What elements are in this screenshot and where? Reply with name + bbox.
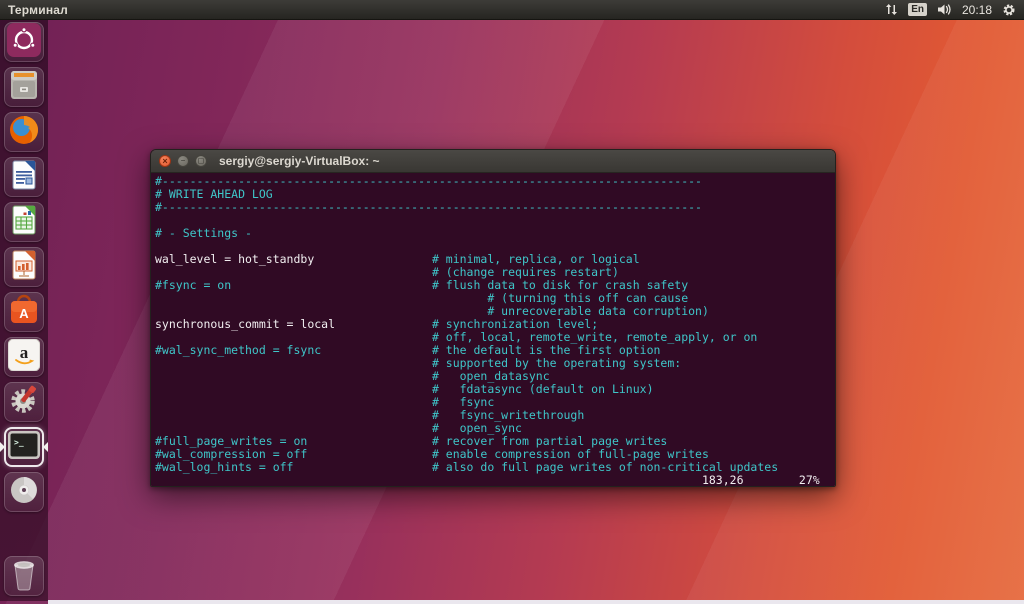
svg-text:>_: >_ [14, 438, 24, 447]
svg-text:a: a [20, 343, 29, 362]
window-titlebar[interactable]: × − ◻ sergiy@sergiy-VirtualBox: ~ [151, 150, 835, 173]
active-app-title: Терминал [8, 2, 68, 17]
launcher-item-libreoffice-impress[interactable] [4, 247, 44, 287]
network-arrows-icon[interactable] [885, 3, 898, 16]
launcher-item-disc[interactable] [4, 472, 44, 512]
system-settings-icon [8, 384, 40, 421]
libreoffice-impress-icon [8, 249, 40, 286]
ubuntu-dash-icon [7, 22, 41, 62]
terminal-line: # - Settings - [155, 226, 252, 240]
launcher-item-ubuntu-dash[interactable] [4, 22, 44, 62]
launcher-item-system-settings[interactable] [4, 382, 44, 422]
svg-text:A: A [19, 306, 29, 321]
close-button[interactable]: × [159, 155, 171, 167]
launcher-item-libreoffice-writer[interactable] [4, 157, 44, 197]
keyboard-layout-badge[interactable]: En [908, 3, 927, 16]
terminal-window[interactable]: × − ◻ sergiy@sergiy-VirtualBox: ~ #-----… [150, 149, 836, 487]
trash-icon [9, 557, 39, 596]
launcher-item-file-manager[interactable] [4, 67, 44, 107]
libreoffice-writer-icon [8, 159, 40, 196]
launcher-item-trash[interactable] [4, 556, 44, 596]
terminal-line: 183,26 27% [155, 473, 820, 487]
terminal-content[interactable]: #---------------------------------------… [151, 173, 835, 487]
software-center-icon: A [8, 294, 40, 331]
launcher-item-amazon[interactable]: a [4, 337, 44, 377]
libreoffice-calc-icon [8, 204, 40, 241]
sound-icon[interactable] [937, 3, 952, 16]
top-panel: Терминал En 20:18 [0, 0, 1024, 20]
desktop-wallpaper: Терминал En 20:18 Aa >_ × − ◻ sergiy@serg… [0, 0, 1024, 604]
window-title: sergiy@sergiy-VirtualBox: ~ [219, 154, 380, 168]
launcher-item-firefox[interactable] [4, 112, 44, 152]
launcher-item-software-center[interactable]: A [4, 292, 44, 332]
unity-launcher: Aa >_ [0, 19, 48, 601]
focused-indicator-arrow [43, 442, 48, 452]
clock[interactable]: 20:18 [962, 3, 992, 17]
file-manager-icon [8, 69, 40, 106]
terminal-icon: >_ [7, 428, 41, 467]
session-gear-icon[interactable] [1002, 3, 1016, 17]
amazon-icon: a [7, 338, 41, 376]
launcher-item-terminal[interactable]: >_ [4, 427, 44, 467]
screen-bottom-strip [48, 600, 1024, 604]
terminal-line: #---------------------------------------… [155, 200, 702, 214]
maximize-button[interactable]: ◻ [195, 155, 207, 167]
indicator-area: En 20:18 [885, 3, 1016, 17]
disc-icon [8, 474, 40, 511]
running-indicator-arrow [0, 442, 5, 452]
firefox-icon [8, 114, 40, 151]
minimize-button[interactable]: − [177, 155, 189, 167]
launcher-item-libreoffice-calc[interactable] [4, 202, 44, 242]
